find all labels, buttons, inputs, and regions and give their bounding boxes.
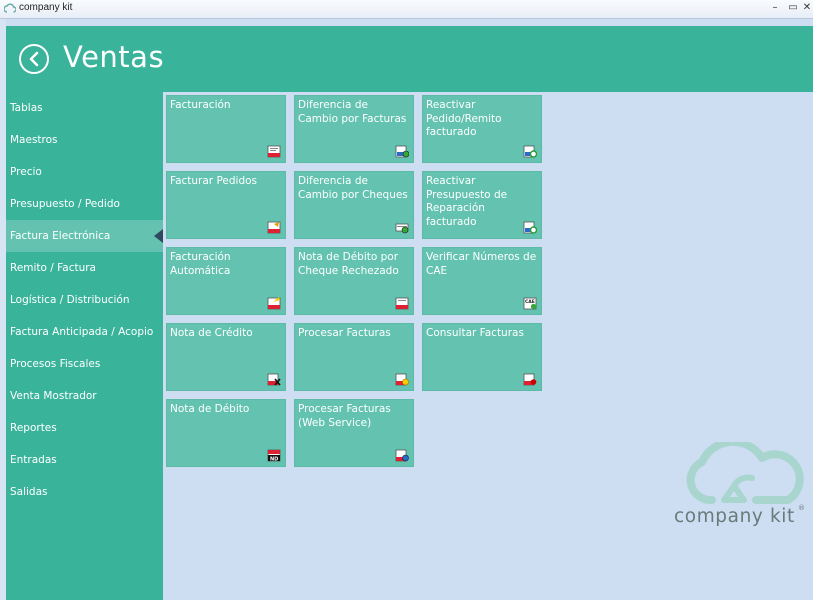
tile-diferencia-cambio-facturas[interactable]: Diferencia de Cambio por Facturas — [294, 95, 414, 163]
exchange-invoice-icon — [395, 145, 409, 158]
tile-label: Consultar Facturas — [426, 327, 524, 339]
tile-reactivar-presupuesto[interactable]: Reactivar Presupuesto de Reparación fact… — [422, 171, 542, 239]
sidebar-item-label: Venta Mostrador — [10, 390, 97, 402]
query-invoice-icon — [523, 373, 537, 386]
tile-label: Reactivar Pedido/Remito facturado — [426, 99, 502, 138]
app-cloud-icon — [4, 3, 16, 13]
reactivate-icon — [523, 145, 537, 158]
sidebar-item-entradas[interactable]: Entradas — [6, 444, 163, 476]
page-header: Ventas — [6, 26, 813, 92]
debit-cheque-icon — [395, 297, 409, 310]
debit-note-icon: ND — [267, 449, 281, 462]
tile-procesar-facturas[interactable]: Procesar Facturas — [294, 323, 414, 391]
auto-invoice-icon — [267, 297, 281, 310]
web-service-icon — [395, 449, 409, 462]
sidebar-item-precio[interactable]: Precio — [6, 156, 163, 188]
company-kit-logo: company kit ® — [672, 442, 808, 532]
sidebar-item-factura-electronica[interactable]: Factura Electrónica — [6, 220, 163, 252]
invoice-icon — [267, 145, 281, 158]
sidebar-item-label: Remito / Factura — [10, 262, 96, 274]
sidebar-item-label: Reportes — [10, 422, 57, 434]
tile-label: Diferencia de Cambio por Cheques — [298, 175, 408, 201]
svg-text:ND: ND — [270, 457, 278, 463]
sidebar-item-salidas[interactable]: Salidas — [6, 476, 163, 508]
active-indicator-arrow — [154, 229, 163, 243]
registered-mark: ® — [798, 504, 805, 512]
back-button[interactable] — [19, 44, 49, 74]
page-title: Ventas — [63, 40, 165, 74]
tile-label: Nota de Débito — [170, 403, 250, 415]
tile-nota-debito[interactable]: Nota de Débito ND — [166, 399, 286, 467]
sidebar-item-label: Precio — [10, 166, 42, 178]
sidebar-item-remito-factura[interactable]: Remito / Factura — [6, 252, 163, 284]
tile-consultar-facturas[interactable]: Consultar Facturas — [422, 323, 542, 391]
window-titlebar: company kit – ▭ ✕ — [0, 0, 813, 19]
tile-label: Facturación — [170, 99, 231, 111]
sidebar-item-label: Salidas — [10, 486, 48, 498]
tile-facturacion-automatica[interactable]: Facturación Automática — [166, 247, 286, 315]
tile-nota-credito[interactable]: Nota de Crédito — [166, 323, 286, 391]
sidebar-item-factura-anticipada[interactable]: Factura Anticipada / Acopio — [6, 316, 163, 348]
sidebar-item-tablas[interactable]: Tablas — [6, 92, 163, 124]
maximize-button[interactable]: ▭ — [786, 1, 800, 15]
sidebar-item-logistica-distribucion[interactable]: Logística / Distribución — [6, 284, 163, 316]
tile-diferencia-cambio-cheques[interactable]: Diferencia de Cambio por Cheques — [294, 171, 414, 239]
window-title: company kit — [19, 2, 73, 13]
sidebar-item-label: Procesos Fiscales — [10, 358, 101, 370]
tile-label: Procesar Facturas — [298, 327, 391, 339]
sidebar-item-venta-mostrador[interactable]: Venta Mostrador — [6, 380, 163, 412]
credit-note-icon — [267, 373, 281, 386]
sidebar-item-label: Logística / Distribución — [10, 294, 130, 306]
tile-label: Nota de Crédito — [170, 327, 253, 339]
sidebar-item-reportes[interactable]: Reportes — [6, 412, 163, 444]
sidebar-item-label: Presupuesto / Pedido — [10, 198, 120, 210]
chevron-left-icon — [29, 51, 39, 67]
tile-facturacion[interactable]: Facturación — [166, 95, 286, 163]
invoice-orders-icon — [267, 221, 281, 234]
tile-label: Facturar Pedidos — [170, 175, 258, 187]
process-invoice-icon — [395, 373, 409, 386]
tile-label: Reactivar Presupuesto de Reparación fact… — [426, 175, 508, 228]
tile-nota-debito-cheque[interactable]: Nota de Débito por Cheque Rechezado — [294, 247, 414, 315]
tile-label: Facturación Automática — [170, 251, 231, 277]
sidebar-item-label: Entradas — [10, 454, 57, 466]
tile-facturar-pedidos[interactable]: Facturar Pedidos — [166, 171, 286, 239]
sidebar-item-label: Tablas — [10, 102, 43, 114]
reactivate-icon — [523, 221, 537, 234]
tile-label: Diferencia de Cambio por Facturas — [298, 99, 407, 125]
sidebar-item-maestros[interactable]: Maestros — [6, 124, 163, 156]
minimize-button[interactable]: – — [768, 1, 782, 15]
exchange-cheque-icon — [395, 223, 409, 234]
tile-procesar-facturas-web-service[interactable]: Procesar Facturas (Web Service) — [294, 399, 414, 467]
sidebar-item-label: Factura Electrónica — [10, 230, 111, 242]
sidebar-item-procesos-fiscales[interactable]: Procesos Fiscales — [6, 348, 163, 380]
tile-verificar-cae[interactable]: Verificar Números de CAE CAE — [422, 247, 542, 315]
cae-check-icon: CAE — [523, 297, 537, 310]
cloud-logo-icon — [686, 442, 804, 505]
tile-label: Procesar Facturas (Web Service) — [298, 403, 391, 429]
close-button[interactable]: ✕ — [800, 1, 813, 15]
tile-label: Verificar Números de CAE — [426, 251, 537, 277]
logo-text: company kit — [674, 506, 795, 527]
sidebar-item-label: Maestros — [10, 134, 58, 146]
tile-label: Nota de Débito por Cheque Rechezado — [298, 251, 399, 277]
sidebar-item-label: Factura Anticipada / Acopio — [10, 326, 154, 338]
tile-reactivar-pedido-remito[interactable]: Reactivar Pedido/Remito facturado — [422, 95, 542, 163]
sidebar-item-presupuesto-pedido[interactable]: Presupuesto / Pedido — [6, 188, 163, 220]
sidebar: Tablas Maestros Precio Presupuesto / Ped… — [6, 92, 163, 600]
